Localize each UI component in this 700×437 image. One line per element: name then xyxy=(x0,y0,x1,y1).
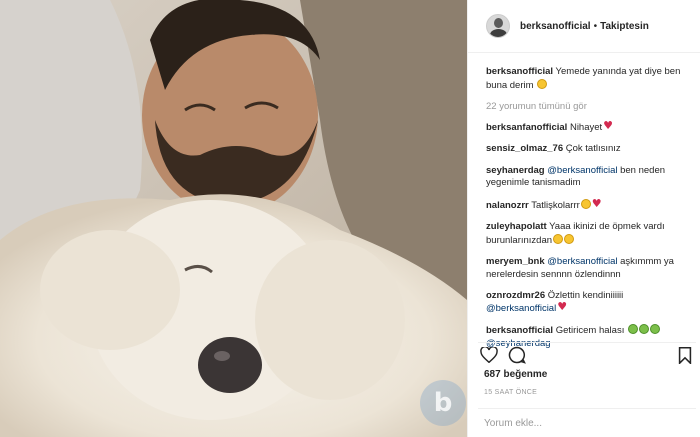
post-header: berksanofficial • Takiptesin xyxy=(468,0,700,53)
comment-item: oznrozdmr26 Özlettin kendiniiiiii @berks… xyxy=(486,290,691,315)
comment-username[interactable]: berksanfanofficial xyxy=(486,122,567,133)
comment-item: meryem_bnk @berksanofficial aşkımmm ya n… xyxy=(486,256,691,281)
comment-text: Getiricem halası xyxy=(555,325,625,336)
caption: berksanofficial Yemede yanında yat diye … xyxy=(486,66,691,92)
comment-username[interactable]: berksanofficial xyxy=(486,325,553,336)
comment-item: nalanozrr Tatlişkolarrr xyxy=(486,198,691,213)
comment-username[interactable]: zuleyhapolatt xyxy=(486,221,547,232)
comment-text: Nihayet xyxy=(569,121,603,133)
comment-item: zuleyhapolatt Yaaa ikinizi de öpmek vard… xyxy=(486,221,691,247)
comment-username[interactable]: meryem_bnk xyxy=(486,256,545,267)
comment-text: Çok tatlısınız xyxy=(565,143,621,154)
smile-emoji-icon xyxy=(580,198,591,209)
comment-item: sensiz_olmaz_76 Çok tatlısınız xyxy=(486,143,691,156)
likes-count[interactable]: 687 beğenme xyxy=(484,369,547,380)
comment-username[interactable]: nalanozrr xyxy=(486,200,529,211)
heart-emoji-icon xyxy=(592,198,602,211)
comment-list: berksanofficial Yemede yanında yat diye … xyxy=(486,66,691,359)
heart-emoji-icon xyxy=(603,120,613,133)
heart-eyes-emoji-icon xyxy=(564,233,575,244)
post-photo-image xyxy=(0,0,467,437)
avatar[interactable] xyxy=(486,14,510,38)
comment-mention[interactable]: @berksanofficial xyxy=(486,303,556,314)
comment-item: seyhanerdag @berksanofficial ben neden y… xyxy=(486,165,691,190)
nauseated-emoji-icon xyxy=(649,324,660,334)
header-text: berksanofficial • Takiptesin xyxy=(520,21,649,32)
view-all-comments-link[interactable]: 22 yorumun tümünü gör xyxy=(486,101,691,114)
post-photo[interactable]: b xyxy=(0,0,467,437)
heart-icon[interactable] xyxy=(478,344,500,366)
comment-item: berksanfanofficial Nihayet xyxy=(486,120,691,135)
action-bar xyxy=(478,342,696,364)
comment-text: Tatlişkolarrr xyxy=(531,199,580,211)
heart-emoji-icon xyxy=(557,301,567,314)
post-sidebar: berksanofficial • Takiptesin berksanoffici… xyxy=(467,0,700,437)
nauseated-emoji-icon xyxy=(638,324,649,334)
header-username[interactable]: berksanofficial xyxy=(520,21,591,32)
comment-mention[interactable]: @berksanofficial xyxy=(547,165,617,176)
grin-emoji-icon xyxy=(537,78,548,89)
caption-username[interactable]: berksanofficial xyxy=(486,66,553,77)
header-separator: • xyxy=(593,20,598,32)
watermark-logo: b xyxy=(420,380,466,426)
comment-username[interactable]: seyhanerdag xyxy=(486,165,545,176)
follow-status[interactable]: Takiptesin xyxy=(600,21,649,32)
post-timestamp: 15 SAAT ÖNCE xyxy=(484,389,538,396)
heart-eyes-emoji-icon xyxy=(553,233,564,244)
bookmark-icon[interactable] xyxy=(674,344,696,366)
comment-username[interactable]: oznrozdmr26 xyxy=(486,290,545,301)
nauseated-emoji-icon xyxy=(627,324,638,334)
comment-mention[interactable]: @berksanofficial xyxy=(547,256,617,267)
comment-username[interactable]: sensiz_olmaz_76 xyxy=(486,143,563,154)
add-comment-input[interactable]: Yorum ekle... xyxy=(478,408,696,429)
comment-icon[interactable] xyxy=(506,344,528,366)
